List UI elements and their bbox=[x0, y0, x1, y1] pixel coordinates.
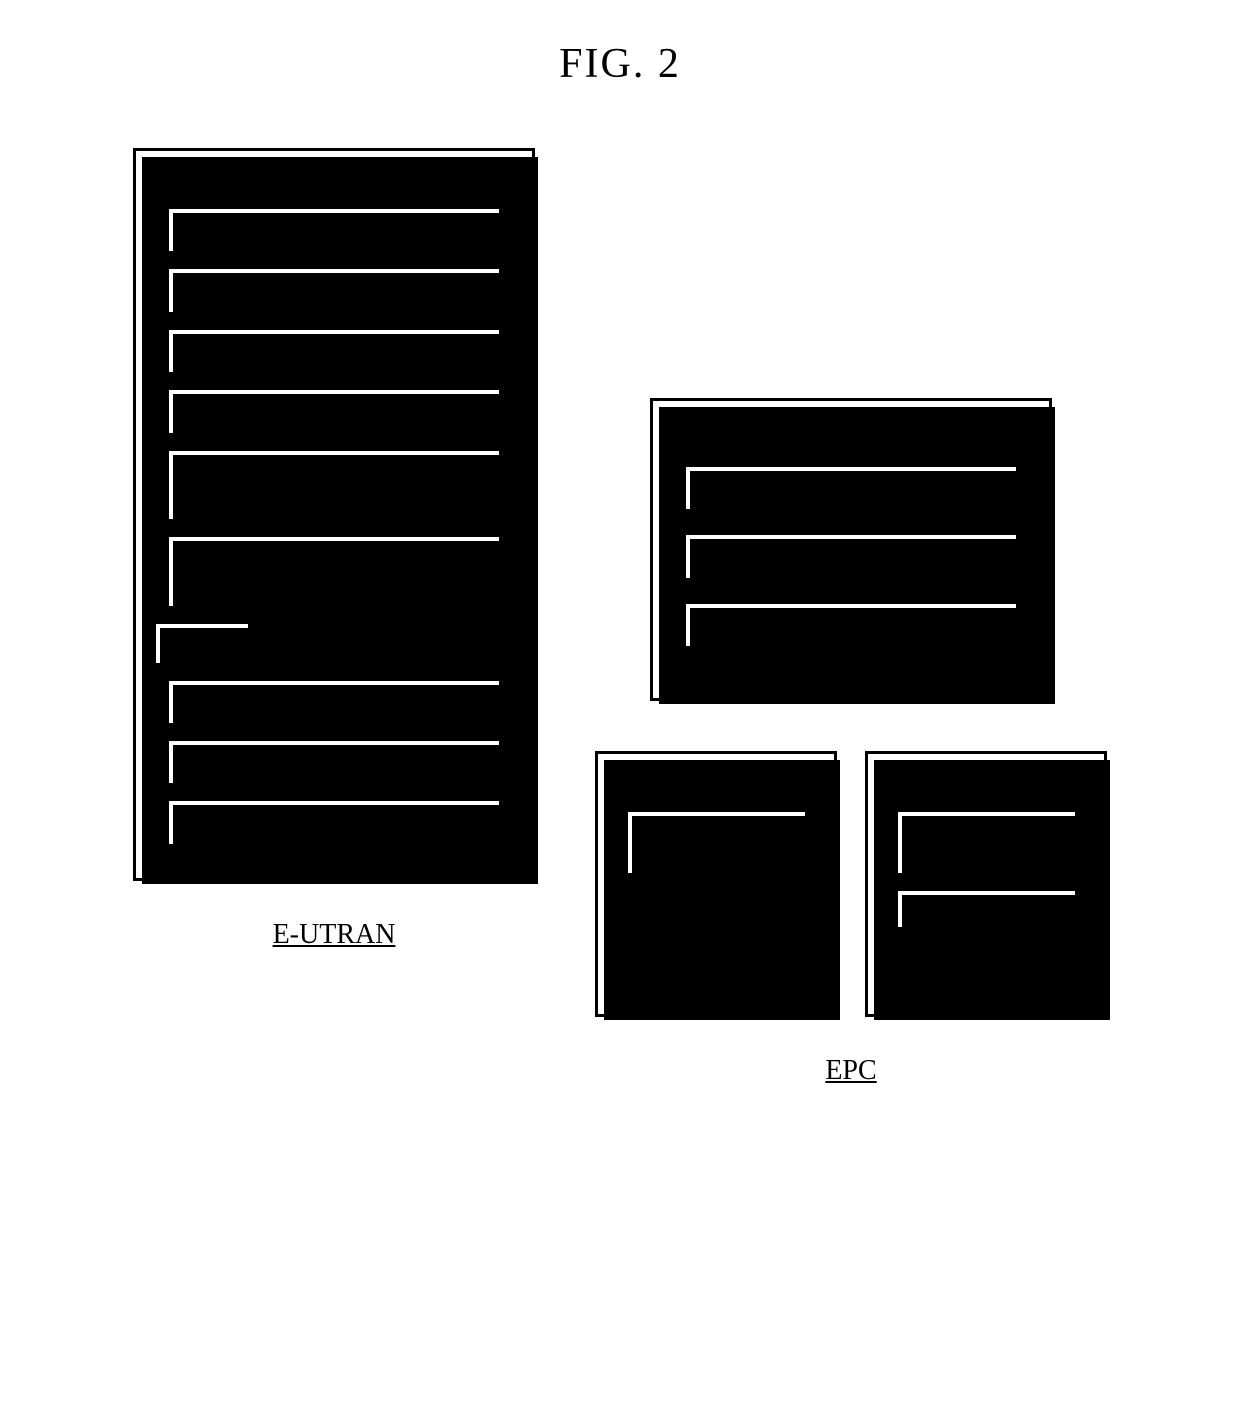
mme-item: NAS bbox=[684, 465, 1018, 511]
pgw-item: packet filtering bbox=[896, 889, 1077, 929]
right-column: MME NAS idle state mobility handling EPS… bbox=[595, 148, 1107, 1087]
pgw-label: P-GW bbox=[886, 766, 1086, 796]
enb-item: radio grant control bbox=[167, 388, 501, 434]
left-column: eNB inter-cell RRM RB control connection… bbox=[133, 148, 535, 951]
mme-item: EPS bearer control bbox=[684, 602, 1018, 648]
enb-label: eNB bbox=[154, 163, 514, 193]
epc-label: EPC bbox=[825, 1055, 876, 1087]
pgw-item: UE IP addressallocation bbox=[896, 810, 1077, 874]
mme-item: idle state mobility handling bbox=[684, 533, 1018, 579]
enb-item: connection mobility control bbox=[167, 328, 501, 374]
diagram-container: eNB inter-cell RRM RB control connection… bbox=[40, 148, 1200, 1087]
enb-item: inter-cell RRM bbox=[167, 207, 501, 253]
sgw-label: S-GW bbox=[616, 766, 816, 796]
enb-item: configuration and provisionof BS measure… bbox=[167, 449, 501, 522]
enb-lower-item: MAC bbox=[167, 739, 501, 785]
enb-box: eNB inter-cell RRM RB control connection… bbox=[133, 148, 535, 881]
enb-item: RB control bbox=[167, 267, 501, 313]
pgw-box: P-GW UE IP addressallocation packet filt… bbox=[865, 751, 1107, 1017]
eutran-label: E-UTRAN bbox=[273, 919, 396, 951]
sgw-box: S-GW mobilityanchoring bbox=[595, 751, 837, 1017]
enb-item: dynamic resource allocation(scheduler) bbox=[167, 535, 501, 608]
enb-lower-item: RLC bbox=[167, 679, 501, 725]
mme-label: MME bbox=[671, 413, 1031, 443]
rrc-item: RRC bbox=[154, 622, 250, 664]
sgw-item: mobilityanchoring bbox=[626, 810, 807, 874]
figure-title: FIG. 2 bbox=[40, 40, 1200, 88]
mme-box: MME NAS idle state mobility handling EPS… bbox=[650, 398, 1052, 701]
enb-lower-item: PHY bbox=[167, 799, 501, 845]
gateway-row: S-GW mobilityanchoring P-GW UE IP addres… bbox=[595, 751, 1107, 1017]
